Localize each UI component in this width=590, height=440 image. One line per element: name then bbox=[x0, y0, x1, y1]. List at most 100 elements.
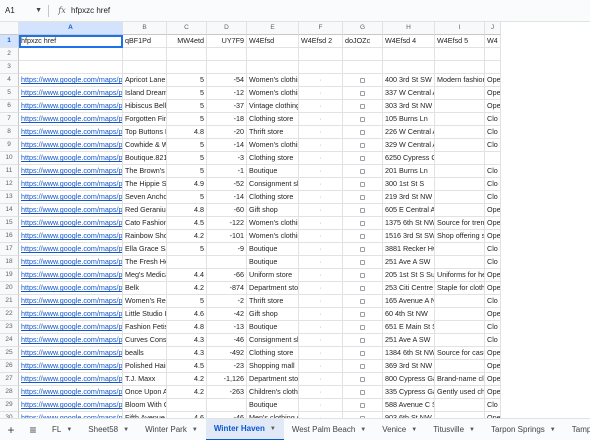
checkbox-icon[interactable] bbox=[360, 155, 365, 161]
link-cell[interactable]: https://www.google.com/maps/place/Cato+F… bbox=[19, 217, 123, 230]
table-cell[interactable]: Little Studio Inte bbox=[123, 308, 167, 321]
table-cell[interactable]: 4.3 bbox=[167, 334, 207, 347]
table-cell[interactable]: Forgotten Finery bbox=[123, 113, 167, 126]
table-cell[interactable] bbox=[485, 152, 501, 165]
table-cell[interactable] bbox=[435, 334, 485, 347]
table-cell[interactable]: Brand-name clot bbox=[435, 373, 485, 386]
table-cell[interactable]: · bbox=[299, 386, 343, 399]
table-cell[interactable]: Bloom With Grace bbox=[123, 399, 167, 412]
table-cell[interactable] bbox=[167, 48, 207, 61]
table-cell[interactable]: · bbox=[299, 373, 343, 386]
table-cell[interactable]: UY7F9 bbox=[207, 35, 247, 48]
column-header-a[interactable]: A bbox=[19, 22, 123, 35]
table-cell[interactable]: -23 bbox=[207, 360, 247, 373]
table-cell[interactable]: 303 3rd St NW bbox=[383, 100, 435, 113]
table-cell[interactable] bbox=[123, 48, 167, 61]
table-cell[interactable] bbox=[435, 191, 485, 204]
table-cell[interactable]: · bbox=[299, 74, 343, 87]
table-cell[interactable]: -54 bbox=[207, 74, 247, 87]
table-cell[interactable]: 4.6 bbox=[167, 308, 207, 321]
table-cell[interactable]: 5 bbox=[167, 74, 207, 87]
table-cell[interactable]: -37 bbox=[207, 100, 247, 113]
table-cell[interactable]: Source for casua bbox=[435, 347, 485, 360]
checkbox-cell[interactable] bbox=[343, 256, 383, 269]
checkbox-icon[interactable] bbox=[360, 103, 365, 109]
row-header[interactable]: 11 bbox=[0, 165, 19, 178]
table-cell[interactable]: 800 Cypress Ga bbox=[383, 373, 435, 386]
checkbox-cell[interactable] bbox=[343, 87, 383, 100]
table-cell[interactable]: doJOZc bbox=[343, 35, 383, 48]
table-cell[interactable]: 4.8 bbox=[167, 126, 207, 139]
checkbox-cell[interactable] bbox=[343, 334, 383, 347]
table-cell[interactable]: Uniform store bbox=[247, 269, 299, 282]
table-cell[interactable]: Thrift store bbox=[247, 126, 299, 139]
table-cell[interactable]: Women's clothin bbox=[247, 87, 299, 100]
select-all-corner[interactable] bbox=[0, 22, 19, 35]
table-cell[interactable]: 219 3rd St NW bbox=[383, 191, 435, 204]
table-cell[interactable]: W4Efsd 2 bbox=[299, 35, 343, 48]
table-cell[interactable]: Ope bbox=[485, 230, 501, 243]
table-cell[interactable]: Seven Anchors C bbox=[123, 191, 167, 204]
table-cell[interactable]: · bbox=[299, 256, 343, 269]
row-header[interactable]: 13 bbox=[0, 191, 19, 204]
table-cell[interactable] bbox=[167, 399, 207, 412]
table-cell[interactable] bbox=[167, 256, 207, 269]
table-cell[interactable]: 205 1st St S Sui bbox=[383, 269, 435, 282]
table-cell[interactable]: · bbox=[299, 204, 343, 217]
sheet-tab-winter-haven[interactable]: Winter Haven ▼ bbox=[205, 419, 284, 440]
table-cell[interactable]: 400 3rd St SW bbox=[383, 74, 435, 87]
table-cell[interactable]: Department stor bbox=[247, 282, 299, 295]
table-cell[interactable]: Source for trend bbox=[435, 217, 485, 230]
column-header-j[interactable]: J bbox=[485, 22, 501, 35]
table-cell[interactable]: 165 Avenue A NW bbox=[383, 295, 435, 308]
table-cell[interactable]: -492 bbox=[207, 347, 247, 360]
checkbox-cell[interactable] bbox=[343, 100, 383, 113]
link-cell[interactable]: https://www.google.com/maps/place/Red+Ge… bbox=[19, 204, 123, 217]
table-cell[interactable]: Gently used chil bbox=[435, 386, 485, 399]
table-cell[interactable]: 4.2 bbox=[167, 230, 207, 243]
checkbox-icon[interactable] bbox=[360, 207, 365, 213]
checkbox-icon[interactable] bbox=[360, 311, 365, 317]
checkbox-icon[interactable] bbox=[360, 376, 365, 382]
table-cell[interactable]: Cowhide & Whis bbox=[123, 139, 167, 152]
column-header-i[interactable]: I bbox=[435, 22, 485, 35]
add-sheet-button[interactable]: + bbox=[0, 423, 22, 437]
table-cell[interactable]: Ope bbox=[485, 74, 501, 87]
row-header[interactable]: 29 bbox=[0, 399, 19, 412]
checkbox-cell[interactable] bbox=[343, 152, 383, 165]
link-cell[interactable]: https://www.google.com/maps/place/Ella+G… bbox=[19, 243, 123, 256]
table-cell[interactable] bbox=[123, 61, 167, 74]
checkbox-cell[interactable] bbox=[343, 360, 383, 373]
table-cell[interactable]: The Brown's Bo bbox=[123, 165, 167, 178]
checkbox-icon[interactable] bbox=[360, 90, 365, 96]
checkbox-cell[interactable] bbox=[343, 295, 383, 308]
table-cell[interactable] bbox=[435, 308, 485, 321]
link-cell[interactable]: https://www.google.com/maps/place/Hibisc… bbox=[19, 100, 123, 113]
table-cell[interactable]: Once Upon A Ch bbox=[123, 386, 167, 399]
table-cell[interactable]: Top Buttons Bou bbox=[123, 126, 167, 139]
table-cell[interactable]: Shop offering sty bbox=[435, 230, 485, 243]
table-cell[interactable]: Vintage clothing bbox=[247, 100, 299, 113]
table-cell[interactable]: Boutique bbox=[247, 165, 299, 178]
table-cell[interactable]: 5 bbox=[167, 113, 207, 126]
table-cell[interactable]: W4Efsd bbox=[247, 35, 299, 48]
table-cell[interactable]: -122 bbox=[207, 217, 247, 230]
table-cell[interactable]: Ope bbox=[485, 204, 501, 217]
table-cell[interactable]: -1 bbox=[207, 165, 247, 178]
table-cell[interactable] bbox=[435, 61, 485, 74]
table-cell[interactable]: Consignment sh bbox=[247, 178, 299, 191]
table-cell[interactable]: Ope bbox=[485, 100, 501, 113]
spreadsheet-grid[interactable]: A B C D E F G H I J 1 hfpxzc href qBF1Pd MW4etd UY7F9 W… bbox=[0, 22, 590, 418]
table-cell[interactable]: · bbox=[299, 100, 343, 113]
checkbox-icon[interactable] bbox=[360, 77, 365, 83]
table-cell[interactable]: Clo bbox=[485, 178, 501, 191]
row-header[interactable]: 1 bbox=[0, 35, 19, 48]
table-cell[interactable]: Meg's Medical S bbox=[123, 269, 167, 282]
sheet-tab-winter-park[interactable]: Winter Park ▼ bbox=[137, 419, 206, 440]
link-cell[interactable]: https://www.google.com/maps/place/Polish… bbox=[19, 360, 123, 373]
column-header-g[interactable]: G bbox=[343, 22, 383, 35]
table-cell[interactable]: hfpxzc href bbox=[19, 35, 123, 48]
table-cell[interactable]: 60 4th St NW bbox=[383, 308, 435, 321]
table-cell[interactable]: -20 bbox=[207, 126, 247, 139]
table-cell[interactable]: Ope bbox=[485, 217, 501, 230]
